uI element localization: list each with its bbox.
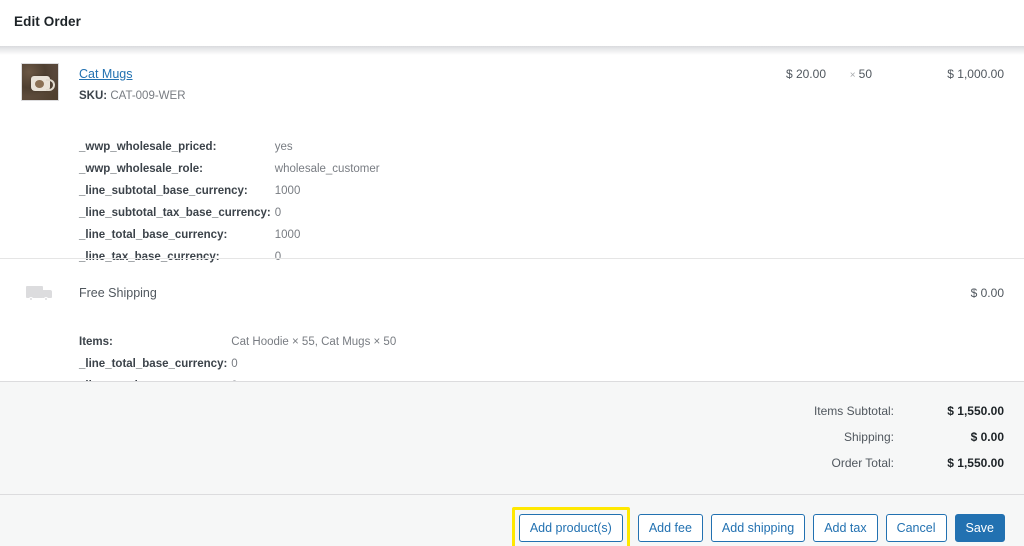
line-item-body: Cat Mugs SKU: CAT-009-WER _wwp_wholesale_p… [79, 65, 380, 268]
meta-column-spacer [79, 114, 380, 136]
line-item-quantity: × 50 [849, 67, 872, 81]
cancel-button[interactable]: Cancel [885, 514, 947, 542]
totals-value: $ 1,550.00 [947, 456, 1004, 470]
meta-spacer-value [275, 114, 380, 136]
truck-body [26, 286, 43, 298]
mug-face [35, 80, 44, 88]
meta-key: _wwp_wholesale_priced: [79, 141, 217, 153]
truck-wheel-front [29, 297, 33, 301]
header-shadow-divider [0, 46, 1024, 55]
meta-value: 0 [274, 207, 282, 219]
meta-key: _line_total_base_currency: [79, 358, 228, 370]
totals-value: $ 1,550.00 [947, 404, 1004, 418]
meta-column-spacer [79, 309, 396, 331]
meta-value: 1000 [274, 229, 301, 241]
product-name-link[interactable]: Cat Mugs [79, 67, 133, 81]
add-product-s-button[interactable]: Add product(s) [518, 514, 623, 542]
meta-row: _line_subtotal_tax_base_currency: 0 [79, 202, 380, 224]
meta-row: _line_total_base_currency: 0 [79, 353, 396, 375]
edit-order-screen: Edit Order Cat Mugs SKU: CAT-009-WER _wwp_… [0, 0, 1024, 546]
meta-key: _line_subtotal_base_currency: [79, 185, 248, 197]
order-items-panel: Cat Mugs SKU: CAT-009-WER _wwp_wholesale_p… [0, 55, 1024, 392]
order-actions-bar: Add product(s) Add fee Add shipping Add tax… [0, 494, 1024, 546]
page-header: Edit Order [0, 0, 1024, 46]
meta-row: _line_subtotal_base_currency: 1000 [79, 180, 380, 202]
line-item-total: $ 0.00 [970, 286, 1004, 300]
totals-label: Items Subtotal: [813, 404, 894, 418]
highlight-box: Add product(s) [511, 507, 630, 546]
line-item-divider [0, 258, 1024, 259]
shipping-method-name: Free Shipping [79, 286, 157, 300]
add-fee-button[interactable]: Add fee [637, 514, 703, 542]
order-totals-table: Items Subtotal: $ 1,550.00 Shipping: $ 0.00… [814, 405, 1004, 483]
totals-value: $ 0.00 [970, 430, 1004, 444]
meta-row: _line_total_base_currency: 1000 [79, 224, 380, 246]
multiply-icon: × [849, 70, 856, 81]
totals-label: Shipping: [843, 430, 894, 444]
meta-key: Items: [79, 336, 113, 348]
line-item-cost: $ 20.00 [785, 67, 826, 81]
product-sku: SKU: CAT-009-WER [79, 90, 186, 102]
meta-row: _wwp_wholesale_role: wholesale_customer [79, 158, 380, 180]
meta-value: yes [274, 141, 293, 153]
meta-value: Cat Hoodie × 55, Cat Mugs × 50 [231, 336, 397, 348]
totals-row: Shipping: $ 0.00 [814, 431, 1004, 457]
meta-spacer-value [231, 309, 396, 331]
add-shipping-button[interactable]: Add shipping [710, 514, 806, 542]
order-line-item-shipping: Free Shipping Items: Cat Hoodie × 55, Cat … [0, 258, 1024, 392]
line-item-title: Cat Mugs [79, 65, 380, 83]
truck-wheel-rear [44, 297, 48, 301]
save-button[interactable]: Save [954, 514, 1005, 542]
totals-label: Order Total: [831, 456, 894, 470]
meta-value: wholesale_customer [274, 163, 380, 175]
page-title: Edit Order [14, 14, 82, 29]
line-item-title: Free Shipping [79, 284, 396, 302]
truck-icon [26, 284, 56, 304]
order-line-item-product: Cat Mugs SKU: CAT-009-WER _wwp_wholesale_p… [0, 55, 1024, 263]
meta-row: _wwp_wholesale_priced: yes [79, 136, 380, 158]
order-actions-buttons: Add product(s) Add fee Add shipping Add tax… [511, 507, 1005, 546]
order-totals-panel: Items Subtotal: $ 1,550.00 Shipping: $ 0.00… [0, 381, 1024, 494]
totals-row: Order Total: $ 1,550.00 [814, 457, 1004, 483]
meta-value: 0 [231, 358, 238, 370]
meta-key: _line_total_base_currency: [79, 229, 228, 241]
add-tax-button[interactable]: Add tax [813, 514, 878, 542]
line-item-meta-table: _wwp_wholesale_priced: yes _wwp_wholesale_… [79, 114, 380, 268]
meta-spacer-key [79, 114, 275, 136]
meta-key: _wwp_wholesale_role: [79, 163, 203, 175]
product-sku-label: SKU: [79, 90, 108, 102]
meta-row: Items: Cat Hoodie × 55, Cat Mugs × 50 [79, 331, 396, 353]
meta-key: _line_subtotal_tax_base_currency: [79, 207, 271, 219]
product-thumbnail [21, 63, 59, 101]
meta-spacer-key [79, 309, 231, 331]
meta-value: 1000 [274, 185, 301, 197]
line-item-total: $ 1,000.00 [947, 67, 1004, 81]
totals-row: Items Subtotal: $ 1,550.00 [814, 405, 1004, 431]
